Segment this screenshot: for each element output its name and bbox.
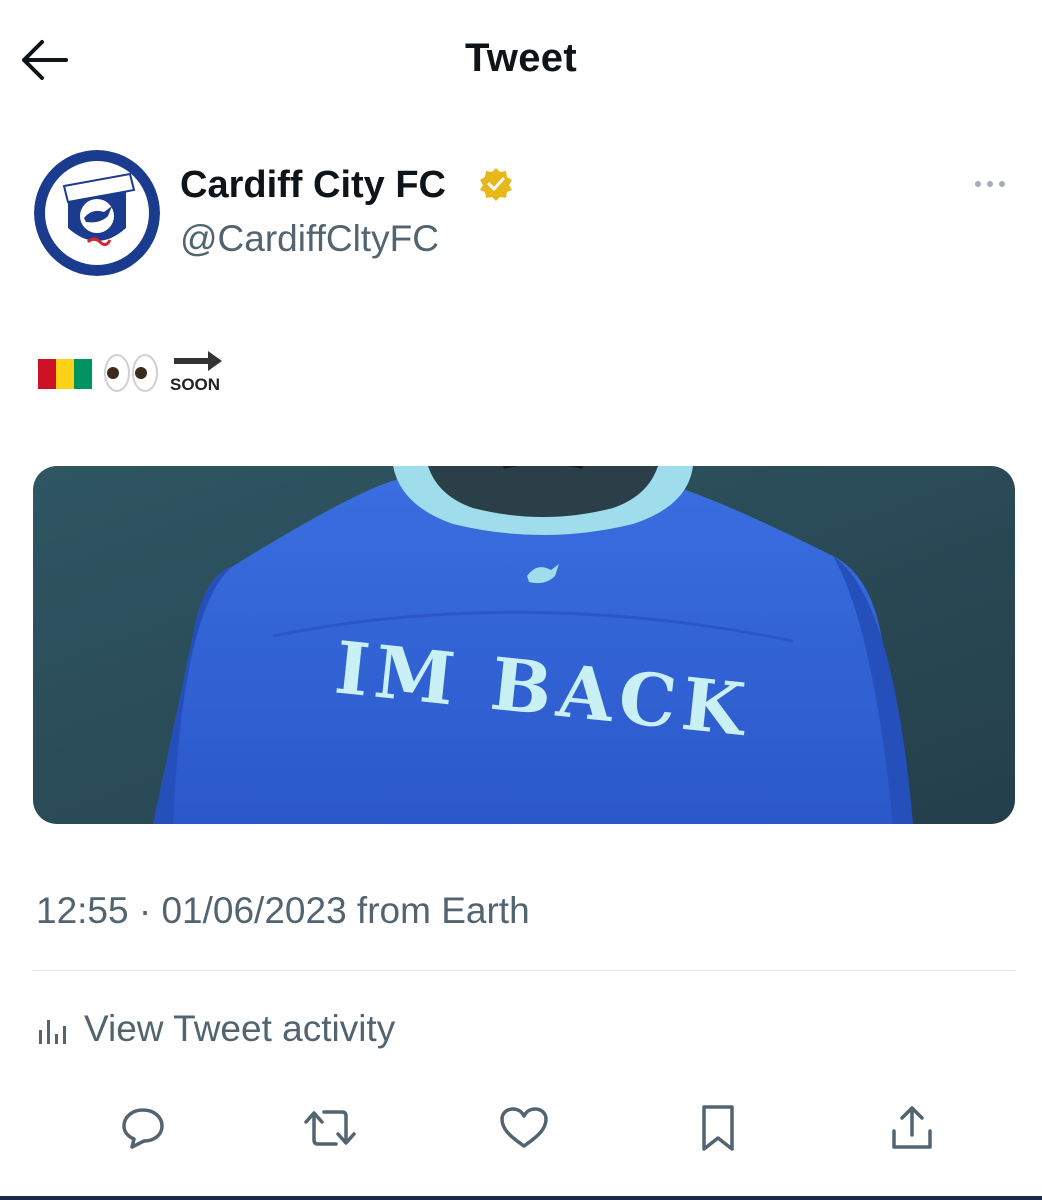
author-display-name[interactable]: Cardiff City FC (180, 164, 446, 207)
speech-bubble-icon (122, 1108, 164, 1149)
club-crest-logo (34, 150, 160, 276)
heart-icon (500, 1107, 548, 1148)
bookmark-icon (702, 1105, 734, 1151)
share-button[interactable] (884, 1100, 940, 1156)
guinea-flag-icon (38, 359, 92, 389)
activity-label: View Tweet activity (84, 1008, 396, 1049)
soon-arrow-icon: SOON (168, 347, 228, 399)
divider (33, 970, 1015, 971)
share-icon (892, 1106, 932, 1149)
more-options-button[interactable] (966, 168, 1014, 200)
eyes-icon (104, 354, 158, 392)
bottom-edge (0, 1196, 1042, 1200)
verified-badge-icon (478, 166, 514, 202)
author-handle[interactable]: @CardiffCltyFC (180, 218, 439, 260)
bookmark-button[interactable] (690, 1100, 746, 1156)
tweet-timestamp: 12:55 · 01/06/2023 from Earth (36, 890, 530, 931)
like-button[interactable] (496, 1100, 552, 1156)
avatar[interactable] (34, 150, 160, 276)
retweet-icon (304, 1110, 356, 1146)
tweet-media-image[interactable]: IM BACK (33, 466, 1015, 824)
retweet-button[interactable] (302, 1100, 358, 1156)
page-title: Tweet (465, 36, 577, 80)
bar-chart-icon (39, 1020, 66, 1044)
view-tweet-activity-link[interactable]: View Tweet activity (36, 1005, 395, 1053)
reply-button[interactable] (115, 1100, 171, 1156)
tweet-text: SOON (38, 345, 228, 401)
ellipsis-icon (975, 181, 1005, 187)
soon-label: SOON (170, 375, 221, 394)
